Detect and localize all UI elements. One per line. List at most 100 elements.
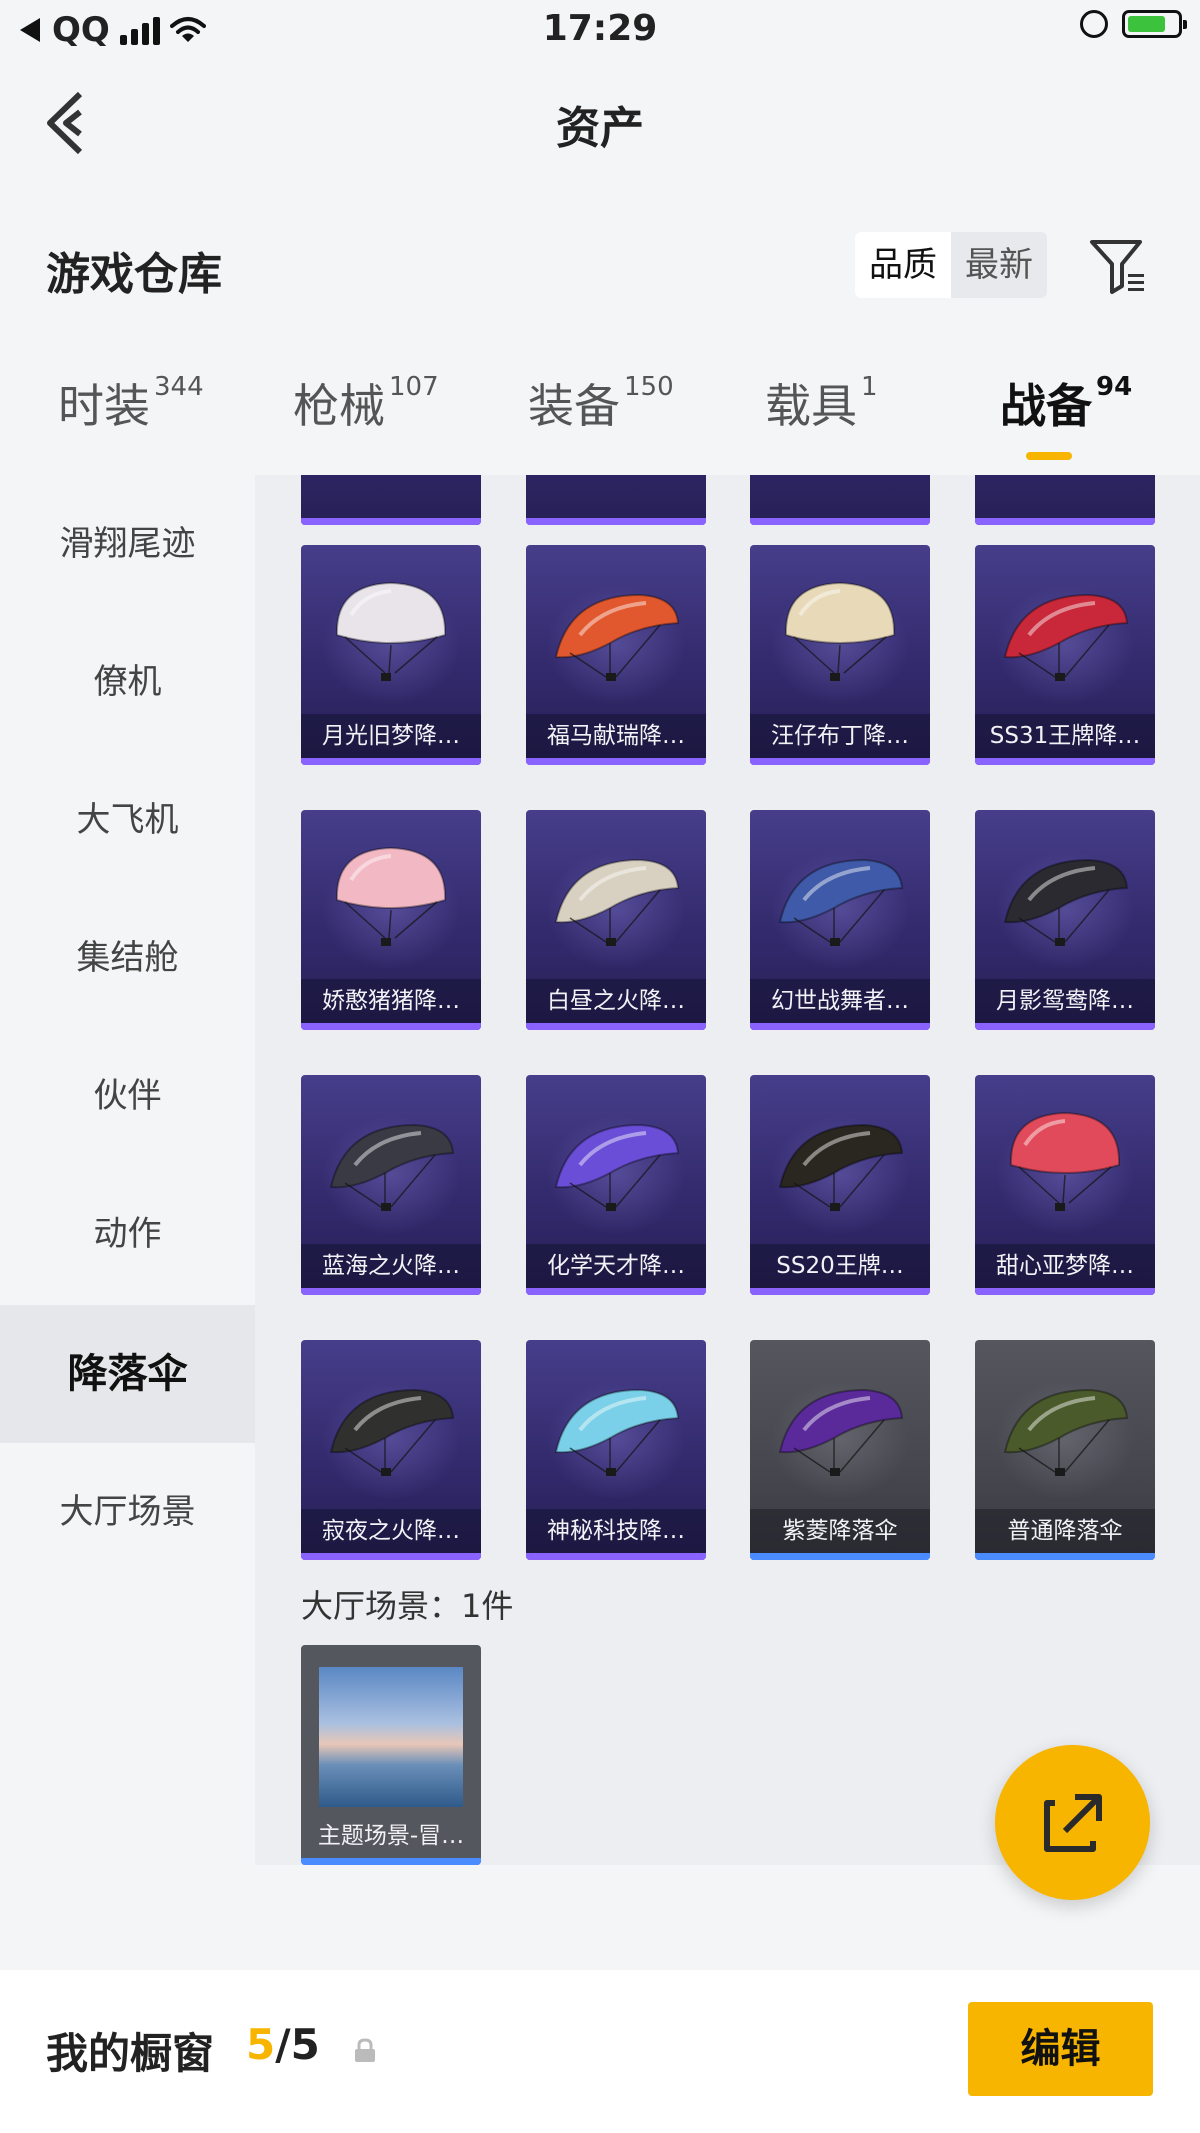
parachute-icon xyxy=(778,1123,904,1211)
share-button[interactable] xyxy=(995,1745,1150,1900)
parachute-card-partial[interactable] xyxy=(975,475,1155,525)
parachute-card-label: 甜心亚梦降… xyxy=(975,1244,1155,1288)
rarity-bar xyxy=(301,1288,481,1295)
parachute-card[interactable]: 甜心亚梦降… xyxy=(975,1075,1155,1295)
tab-equipment[interactable]: 装备 150 xyxy=(528,370,674,436)
tab-count: 1 xyxy=(861,372,878,402)
parachute-card[interactable]: SS31王牌降… xyxy=(975,545,1155,765)
showcase-bar: 我的橱窗 5/5 编辑 xyxy=(0,1970,1200,2133)
tab-label: 载具 xyxy=(765,379,857,433)
category-tabs: 时装 344 枪械 107 装备 150 载具 1 战备 94 xyxy=(0,370,1200,470)
rotation-lock-icon xyxy=(1080,10,1108,38)
tab-vehicles[interactable]: 载具 1 xyxy=(765,370,878,436)
tab-count: 150 xyxy=(624,372,674,402)
tab-count: 107 xyxy=(389,372,439,402)
sort-newest-button[interactable]: 最新 xyxy=(951,232,1047,298)
scene-card[interactable]: 主题场景-冒… xyxy=(301,1645,481,1865)
parachute-card-label: SS20王牌… xyxy=(750,1244,930,1288)
parachute-icon xyxy=(778,1388,904,1476)
lock-icon xyxy=(355,2038,375,2062)
parachute-card[interactable]: 神秘科技降… xyxy=(526,1340,706,1560)
tab-count: 94 xyxy=(1096,372,1133,402)
tab-label: 装备 xyxy=(528,379,620,433)
sidebar-item-assembly-pod[interactable]: 集结舱 xyxy=(0,889,255,1027)
parachute-icon xyxy=(1003,593,1129,681)
section-title: 游戏仓库 xyxy=(46,249,222,300)
scene-thumbnail xyxy=(319,1667,463,1807)
sidebar-item-wingman[interactable]: 僚机 xyxy=(0,613,255,751)
parachute-card-label: 白昼之火降… xyxy=(526,979,706,1023)
parachute-icon xyxy=(335,846,447,946)
parachute-card[interactable]: 月光旧梦降… xyxy=(301,545,481,765)
page-title: 资产 xyxy=(556,103,644,154)
rarity-bar xyxy=(301,758,481,765)
sidebar-item-lobby-scene[interactable]: 大厅场景 xyxy=(0,1443,255,1581)
parachute-card[interactable]: 娇憨猪猪降… xyxy=(301,810,481,1030)
tab-guns[interactable]: 枪械 107 xyxy=(293,370,439,436)
parachute-card[interactable]: 蓝海之火降… xyxy=(301,1075,481,1295)
parachute-card[interactable]: 福马献瑞降… xyxy=(526,545,706,765)
status-right xyxy=(1080,10,1187,38)
sidebar-item-parachute[interactable]: 降落伞 xyxy=(0,1305,255,1443)
rarity-bar xyxy=(526,758,706,765)
tab-label: 战备 xyxy=(1000,379,1092,433)
parachute-card[interactable]: 汪仔布丁降… xyxy=(750,545,930,765)
showcase-current: 5 xyxy=(246,2020,276,2069)
parachute-card-label: 神秘科技降… xyxy=(526,1509,706,1553)
sidebar-item-companion[interactable]: 伙伴 xyxy=(0,1027,255,1165)
parachute-card-label: 蓝海之火降… xyxy=(301,1244,481,1288)
parachute-card-label: 幻世战舞者… xyxy=(750,979,930,1023)
showcase-count: 5/5 xyxy=(246,2020,320,2069)
scene-section-title: 大厅场景：1件 xyxy=(301,1587,514,1625)
parachute-card-partial[interactable] xyxy=(750,475,930,525)
parachute-card-label: 普通降落伞 xyxy=(975,1509,1155,1553)
edit-button[interactable]: 编辑 xyxy=(968,2002,1153,2096)
showcase-label: 我的橱窗 xyxy=(46,2029,215,2078)
parachute-card-label: SS31王牌降… xyxy=(975,714,1155,758)
sidebar-item-big-plane[interactable]: 大飞机 xyxy=(0,751,255,889)
parachute-card[interactable]: SS20王牌… xyxy=(750,1075,930,1295)
parachute-card[interactable]: 寂夜之火降… xyxy=(301,1340,481,1560)
sidebar: 滑翔尾迹 僚机 大飞机 集结舱 伙伴 动作 降落伞 大厅场景 xyxy=(0,475,255,1865)
scene-card-label: 主题场景-冒… xyxy=(317,1823,465,1849)
parachute-card[interactable]: 化学天才降… xyxy=(526,1075,706,1295)
parachute-card[interactable]: 幻世战舞者… xyxy=(750,810,930,1030)
parachute-icon xyxy=(335,581,447,681)
parachute-icon xyxy=(329,1123,455,1211)
parachute-icon xyxy=(778,858,904,946)
sidebar-item-emote[interactable]: 动作 xyxy=(0,1165,255,1303)
filter-icon[interactable] xyxy=(1088,236,1148,296)
rarity-bar xyxy=(750,1023,930,1030)
rarity-bar xyxy=(975,1023,1155,1030)
tab-label: 时装 xyxy=(58,379,150,433)
showcase-total: /5 xyxy=(275,2020,320,2069)
parachute-card-partial[interactable] xyxy=(526,475,706,525)
item-grid: 月光旧梦降… 福马献瑞降… 汪仔布丁降… SS31王牌降… 娇憨猪猪降… 白昼之火降… 幻世… xyxy=(255,475,1200,1865)
parachute-icon xyxy=(1003,1388,1129,1476)
rarity-bar xyxy=(750,758,930,765)
parachute-icon xyxy=(1009,1111,1121,1211)
tab-fashion[interactable]: 时装 344 xyxy=(58,370,204,436)
parachute-card[interactable]: 普通降落伞 xyxy=(975,1340,1155,1560)
rarity-bar xyxy=(301,1553,481,1560)
rarity-bar xyxy=(301,1023,481,1030)
parachute-icon xyxy=(554,593,680,681)
rarity-bar xyxy=(975,758,1155,765)
rarity-bar xyxy=(526,1288,706,1295)
parachute-card-label: 月光旧梦降… xyxy=(301,714,481,758)
sidebar-item-glide-trail[interactable]: 滑翔尾迹 xyxy=(0,475,255,613)
parachute-icon xyxy=(554,1388,680,1476)
parachute-card[interactable]: 白昼之火降… xyxy=(526,810,706,1030)
parachute-card[interactable]: 紫菱降落伞 xyxy=(750,1340,930,1560)
parachute-card-partial[interactable] xyxy=(301,475,481,525)
rarity-bar xyxy=(526,1023,706,1030)
rarity-bar xyxy=(301,1858,481,1865)
parachute-card-label: 娇憨猪猪降… xyxy=(301,979,481,1023)
parachute-card[interactable]: 月影鸳鸯降… xyxy=(975,810,1155,1030)
sort-quality-button[interactable]: 品质 xyxy=(855,232,951,298)
sort-toggle: 品质 最新 xyxy=(855,232,1047,298)
parachute-icon xyxy=(554,858,680,946)
parachute-icon xyxy=(554,1123,680,1211)
tab-combat-gear[interactable]: 战备 94 xyxy=(1000,370,1133,460)
parachute-card-label: 紫菱降落伞 xyxy=(750,1509,930,1553)
